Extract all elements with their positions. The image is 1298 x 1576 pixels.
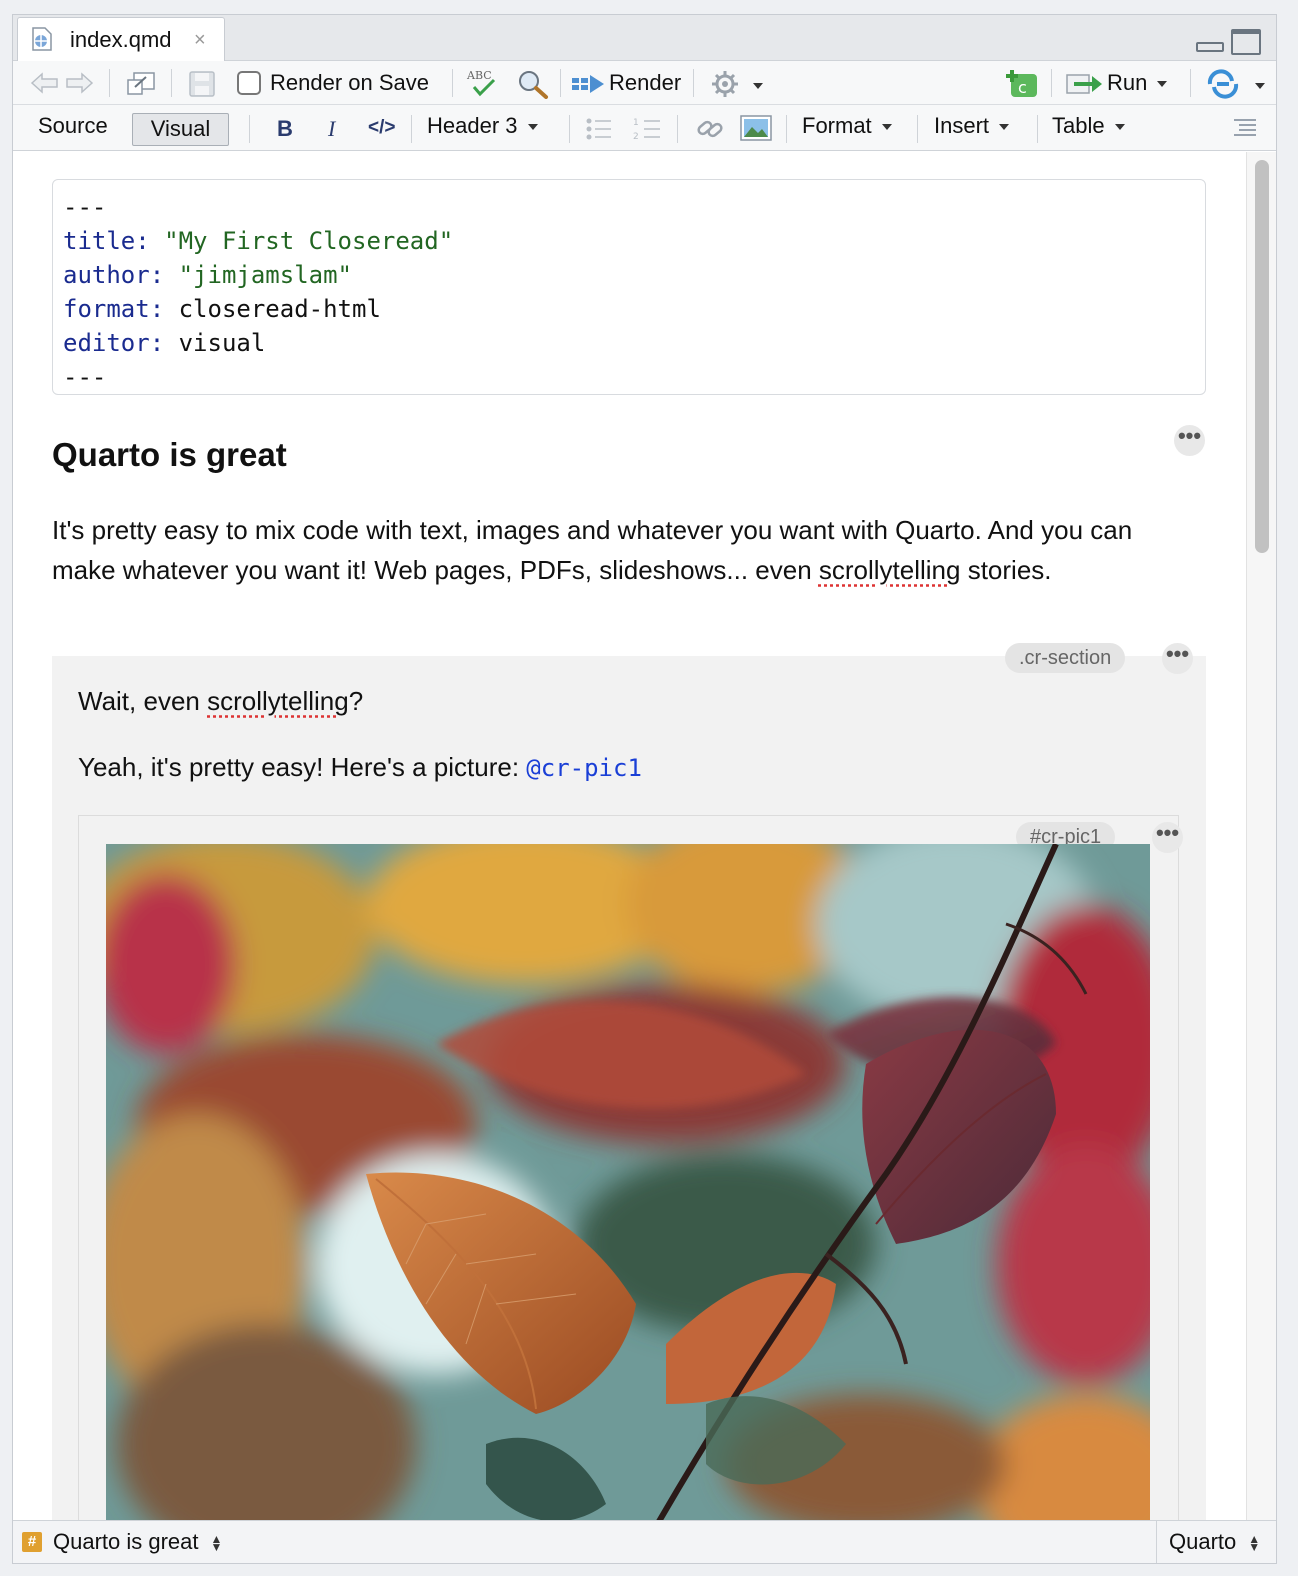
find-replace-icon[interactable] [517, 69, 549, 99]
wait-paragraph[interactable]: Wait, even scrollytelling? [78, 686, 363, 717]
intro-paragraph[interactable]: It's pretty easy to mix code with text, … [52, 510, 1192, 590]
rerun-icon[interactable] [1205, 69, 1241, 99]
heading-more-button[interactable]: ••• [1174, 425, 1205, 456]
image-more-button[interactable]: ••• [1152, 822, 1183, 853]
yaml-value: visual [178, 329, 266, 357]
yaml-value: "jimjamslam" [178, 261, 352, 289]
render-icon[interactable] [571, 73, 605, 95]
file-tab[interactable]: index.qmd × [17, 17, 225, 61]
visual-editor[interactable]: --- title: "My First Closeread" author: … [13, 152, 1246, 1520]
outline-icon[interactable] [1233, 118, 1257, 138]
yaml-value: "My First Closeread" [164, 227, 454, 255]
section-more-button[interactable]: ••• [1162, 643, 1193, 674]
svg-text:c: c [1018, 78, 1027, 97]
section-navigator[interactable]: Quarto is great ▲ ▼ [53, 1529, 222, 1555]
format-toolbar: Source Visual B I </> Header 3 12 Format [13, 105, 1276, 151]
status-bar: # Quarto is great ▲ ▼ Quarto ▲ ▼ [13, 1520, 1276, 1563]
maximize-pane-icon[interactable] [1231, 29, 1261, 55]
render-button[interactable]: Render [609, 70, 681, 96]
yaml-value: closeread-html [178, 295, 381, 323]
yaml-front-matter[interactable]: --- title: "My First Closeread" author: … [52, 179, 1206, 395]
save-icon[interactable] [189, 71, 215, 97]
autumn-leaves-photo [106, 844, 1150, 1520]
editor-toolbar: Render on Save ABC Render c Run [13, 61, 1276, 105]
section-class-badge[interactable]: .cr-section [1005, 643, 1126, 673]
show-in-window-icon[interactable] [126, 71, 156, 97]
cross-reference[interactable]: @cr-pic1 [526, 754, 642, 782]
render-on-save-label[interactable]: Render on Save [270, 70, 429, 96]
vertical-scrollbar[interactable] [1246, 152, 1276, 1520]
insert-image-icon[interactable] [740, 115, 772, 141]
svg-text:ABC: ABC [466, 69, 492, 82]
svg-text:1: 1 [633, 118, 639, 128]
header-style-dropdown[interactable]: Header 3 [427, 113, 538, 139]
rerun-dropdown-icon[interactable] [1245, 77, 1265, 95]
yeah-paragraph[interactable]: Yeah, it's pretty easy! Here's a picture… [78, 752, 642, 783]
bold-button[interactable]: B [277, 116, 293, 142]
bullet-list-icon[interactable] [585, 117, 613, 141]
insert-menu[interactable]: Insert [934, 113, 1010, 139]
link-icon[interactable] [695, 115, 725, 143]
tab-bar: index.qmd × [13, 15, 1276, 61]
cr-pic1-block[interactable]: #cr-pic1 ••• [78, 815, 1183, 1520]
cr-section-block[interactable]: .cr-section ••• Wait, even scrollytellin… [52, 643, 1206, 1520]
run-button[interactable]: Run [1107, 70, 1168, 96]
autumn-leaves-image[interactable] [106, 844, 1150, 1520]
format-menu[interactable]: Format [802, 113, 892, 139]
visual-mode-button[interactable]: Visual [132, 113, 229, 146]
yaml-key: format [63, 295, 150, 323]
file-tab-name: index.qmd [70, 27, 172, 52]
numbered-list-icon[interactable]: 12 [632, 117, 662, 141]
misspelled-word[interactable]: scrollytelling [207, 686, 349, 716]
yaml-key: author [63, 261, 150, 289]
italic-button[interactable]: I [328, 116, 335, 142]
editor-window: index.qmd × Render on Save ABC Render c … [12, 14, 1277, 1564]
settings-dropdown-icon[interactable] [743, 77, 763, 95]
svg-text:2: 2 [633, 132, 639, 141]
yaml-key: editor [63, 329, 150, 357]
yaml-close-dashes: --- [63, 363, 107, 391]
minimize-pane-icon[interactable] [1196, 42, 1224, 52]
close-tab-icon[interactable]: × [194, 29, 206, 52]
quarto-file-icon [32, 27, 52, 51]
run-icon[interactable] [1066, 73, 1104, 95]
language-selector[interactable]: Quarto ▲ ▼ [1169, 1529, 1260, 1555]
scrollbar-thumb[interactable] [1255, 160, 1269, 553]
source-mode-button[interactable]: Source [38, 113, 108, 139]
table-menu[interactable]: Table [1052, 113, 1125, 139]
misspelled-word[interactable]: scrollytelling [819, 555, 961, 585]
settings-gear-icon[interactable] [710, 69, 740, 99]
yaml-open-dashes: --- [63, 193, 107, 221]
section-hash-icon: # [22, 1532, 42, 1552]
insert-chunk-icon[interactable]: c [1004, 67, 1040, 99]
section-heading[interactable]: Quarto is great [52, 436, 287, 474]
yaml-key: title [63, 227, 136, 255]
render-on-save-checkbox[interactable] [237, 71, 261, 95]
back-forward-icon[interactable] [29, 71, 95, 95]
code-button[interactable]: </> [368, 117, 395, 139]
spellcheck-icon[interactable]: ABC [466, 67, 502, 99]
